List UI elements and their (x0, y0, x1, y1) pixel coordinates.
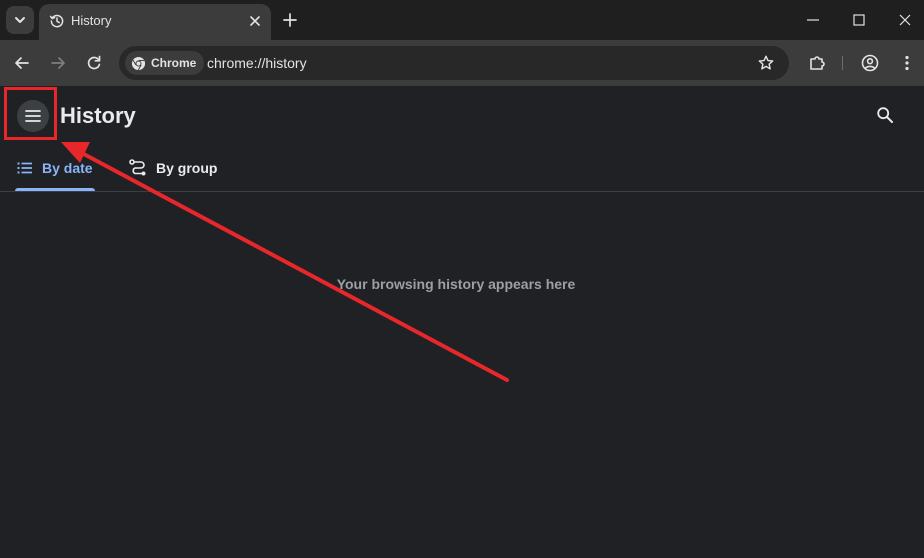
address-bar[interactable]: Chrome chrome://history (119, 46, 789, 80)
page-title: History (60, 103, 136, 128)
plus-icon[interactable] (280, 10, 300, 30)
puzzle-icon[interactable] (807, 53, 827, 73)
kebab-menu-icon[interactable] (897, 53, 917, 73)
history-page: History By date By group Your browsing h… (0, 86, 924, 558)
site-info-chip[interactable]: Chrome (125, 51, 205, 75)
tab-title: History (71, 13, 112, 28)
maximize-icon[interactable] (851, 12, 867, 28)
chevron-down-icon (13, 13, 27, 27)
close-icon[interactable] (247, 13, 263, 29)
tabs-divider (0, 191, 924, 192)
url-text[interactable]: chrome://history (207, 54, 307, 72)
minimize-icon[interactable] (805, 12, 821, 28)
annotation-highlight-box (4, 87, 57, 140)
journeys-icon (128, 158, 148, 178)
star-outline-icon[interactable] (757, 54, 775, 72)
tab-by-group[interactable]: By group (128, 146, 217, 190)
tab-search-button[interactable] (6, 6, 34, 34)
arrow-right-icon[interactable] (48, 53, 68, 73)
tab-label: By date (42, 160, 93, 176)
browser-toolbar: Chrome chrome://history (0, 40, 924, 86)
list-icon (16, 159, 34, 177)
reload-icon[interactable] (84, 53, 104, 73)
tab-label: By group (156, 160, 218, 176)
empty-history-message: Your browsing history appears here (336, 276, 576, 292)
window-close-icon[interactable] (897, 12, 913, 28)
chrome-logo-icon (131, 56, 146, 71)
tab-by-date[interactable]: By date (16, 146, 93, 190)
history-clock-icon (49, 13, 65, 29)
history-tabs: By date By group (0, 146, 924, 192)
toolbar-divider (842, 56, 843, 70)
tab-strip: History (0, 0, 924, 40)
chip-label: Chrome (151, 56, 197, 70)
account-circle-icon[interactable] (860, 53, 880, 73)
browser-tab-history[interactable]: History (39, 4, 271, 40)
arrow-left-icon[interactable] (12, 53, 32, 73)
search-icon[interactable] (876, 106, 894, 124)
